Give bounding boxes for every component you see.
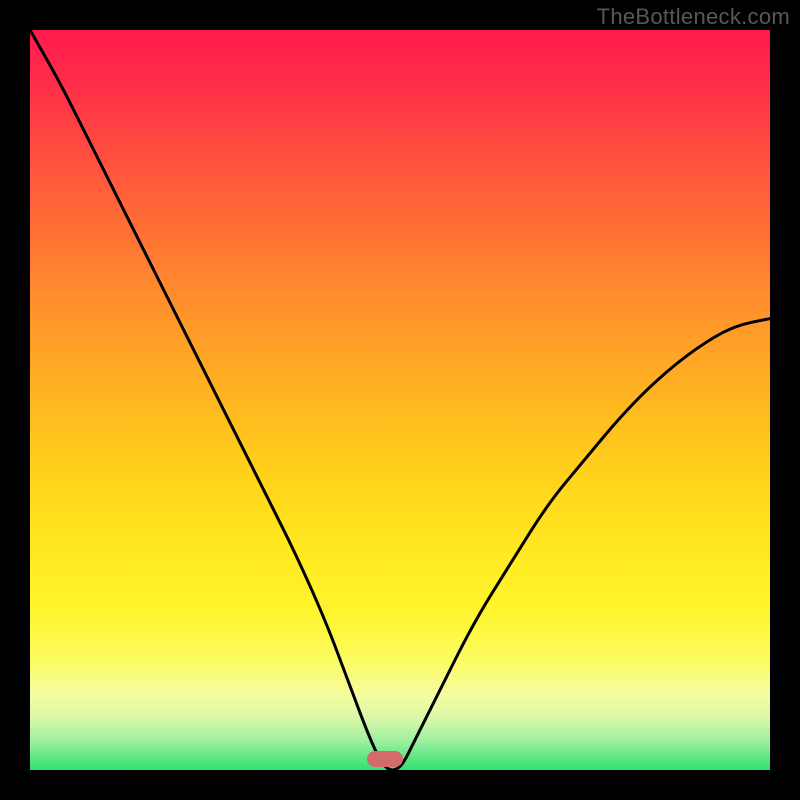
chart-stage: TheBottleneck.com [0,0,800,800]
gradient-plot-area [30,30,770,770]
watermark-label: TheBottleneck.com [597,4,790,30]
bottleneck-curve [30,30,770,770]
optimal-point-marker [367,751,403,767]
